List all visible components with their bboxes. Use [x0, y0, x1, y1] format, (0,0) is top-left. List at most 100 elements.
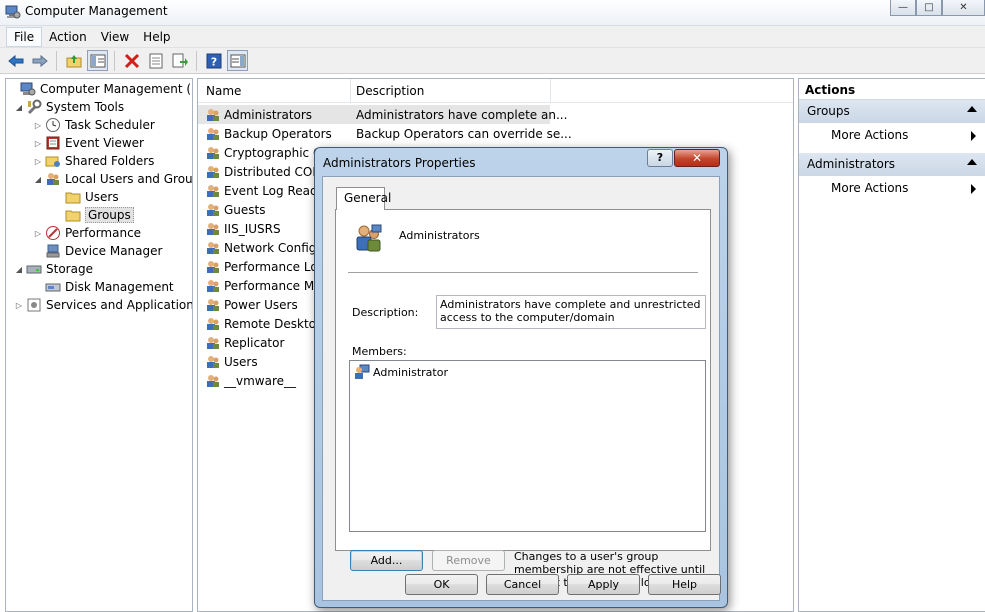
show-hide-action-pane-button[interactable]: [227, 50, 248, 71]
dialog-close-button[interactable]: ✕: [674, 149, 720, 167]
window-title: Computer Management: [25, 4, 168, 18]
menu-file[interactable]: File: [6, 26, 43, 47]
table-row[interactable]: Administrators Administrators have comple…: [198, 105, 567, 124]
collapse-up-icon[interactable]: [967, 106, 977, 112]
group-icon: [207, 355, 219, 368]
tree-item-task-scheduler[interactable]: ▷ Task Scheduler: [33, 116, 155, 134]
tree-item-shared-folders[interactable]: ▷ Shared Folders: [33, 152, 154, 170]
tree-item-device-manager[interactable]: Device Manager: [33, 242, 162, 260]
tree-item-storage[interactable]: ◢ Storage: [14, 260, 93, 278]
description-field[interactable]: Administrators have complete and unrestr…: [436, 295, 706, 329]
group-icon: [207, 279, 219, 292]
tree-item-label: Disk Management: [65, 280, 174, 294]
dialog-help-button[interactable]: ?: [647, 149, 673, 167]
clock-icon: [46, 118, 60, 132]
tree-item-label: Computer Management (Local: [40, 82, 192, 96]
show-hide-tree-button[interactable]: [87, 50, 108, 71]
collapsed-arrow-icon[interactable]: ▷: [33, 139, 43, 148]
remove-button[interactable]: Remove: [432, 550, 505, 571]
submenu-arrow-icon: [971, 131, 976, 141]
computer-management-icon: [20, 82, 36, 96]
expanded-arrow-icon[interactable]: ◢: [33, 175, 43, 184]
more-actions-label: More Actions: [831, 181, 909, 195]
properties-button[interactable]: [145, 50, 166, 71]
tree-item-label: Device Manager: [65, 244, 163, 258]
group-name: Administrators: [399, 229, 480, 242]
toolbar-separator: [56, 50, 57, 71]
collapsed-arrow-icon[interactable]: ▷: [33, 121, 43, 130]
column-divider[interactable]: [550, 79, 551, 103]
help-button[interactable]: Help: [648, 574, 721, 595]
expanded-arrow-icon[interactable]: ◢: [14, 103, 24, 112]
back-button[interactable]: [5, 50, 26, 71]
dialog-body: General Administrators Description: Admi…: [322, 176, 721, 601]
collapsed-arrow-icon[interactable]: ▷: [33, 157, 43, 166]
column-header-name[interactable]: Name: [206, 84, 241, 98]
tree-item-disk-management[interactable]: Disk Management: [33, 278, 174, 296]
export-list-button[interactable]: [169, 50, 190, 71]
user-icon: [355, 364, 370, 379]
actions-section-administrators[interactable]: Administrators: [799, 153, 985, 176]
shared-folder-icon: [45, 156, 60, 167]
group-name-cell: Administrators: [224, 107, 313, 122]
tree-item-local-users-groups[interactable]: ◢ Local Users and Groups: [33, 170, 192, 188]
menu-action[interactable]: Action: [42, 28, 94, 46]
tree-item-computer-management[interactable]: Computer Management (Local: [8, 80, 192, 98]
more-actions-groups[interactable]: More Actions: [799, 123, 985, 147]
collapsed-arrow-icon[interactable]: ▷: [33, 229, 43, 238]
maximize-button[interactable]: □: [916, 0, 942, 16]
more-actions-label: More Actions: [831, 128, 909, 142]
table-row[interactable]: Backup Operators Backup Operators can ove…: [198, 124, 572, 143]
tree-item-label: System Tools: [46, 100, 125, 114]
tree-item-event-viewer[interactable]: ▷ Event Viewer: [33, 134, 144, 152]
help-button[interactable]: ?: [203, 50, 224, 71]
group-icon: [207, 260, 219, 273]
column-divider[interactable]: [350, 79, 351, 103]
folder-icon: [65, 192, 81, 204]
actions-section-groups[interactable]: Groups: [799, 100, 985, 123]
menu-bar: File Action View Help: [0, 26, 985, 48]
dialog-title: Administrators Properties: [323, 156, 476, 170]
tab-general[interactable]: General: [336, 187, 391, 210]
apply-button[interactable]: Apply: [567, 574, 640, 595]
group-icon: [207, 146, 219, 159]
actions-pane: Actions Groups More Actions Administrato…: [798, 78, 985, 612]
group-icon: [207, 317, 219, 330]
expanded-arrow-icon[interactable]: ◢: [14, 265, 24, 274]
tree-item-users[interactable]: Users: [53, 188, 119, 206]
menu-view[interactable]: View: [94, 28, 136, 46]
add-button[interactable]: Add...: [350, 550, 423, 571]
forward-button[interactable]: [29, 50, 50, 71]
group-icon: [356, 224, 382, 252]
close-button[interactable]: ✕: [942, 0, 985, 16]
minimize-button[interactable]: —: [890, 0, 916, 16]
tree-item-label: Shared Folders: [65, 154, 155, 168]
general-tab-panel: Administrators Description: Administrato…: [335, 209, 711, 589]
folder-icon: [65, 210, 81, 222]
list-header: Name Description: [198, 79, 793, 103]
tree-item-system-tools[interactable]: ◢ System Tools: [14, 98, 124, 116]
member-item[interactable]: Administrator: [354, 364, 448, 380]
menu-help[interactable]: Help: [136, 28, 177, 46]
collapse-up-icon[interactable]: [967, 159, 977, 165]
members-list[interactable]: Administrator: [349, 360, 706, 532]
show-hide-action-pane-icon: [230, 54, 245, 67]
up-one-level-button[interactable]: [63, 50, 84, 71]
tree-item-groups[interactable]: Groups: [53, 206, 134, 224]
disk-management-icon: [45, 283, 61, 292]
window-controls: — □ ✕: [890, 0, 985, 16]
tree-item-services-applications[interactable]: ▷ Services and Applications: [14, 296, 192, 314]
tree-item-label: Users: [85, 190, 119, 204]
delete-button[interactable]: [121, 50, 142, 71]
column-header-description[interactable]: Description: [356, 84, 424, 98]
users-group-icon: [47, 173, 59, 185]
tree-item-performance[interactable]: ▷ Performance: [33, 224, 141, 242]
ok-button[interactable]: OK: [405, 574, 478, 595]
properties-icon: [149, 53, 162, 68]
help-icon: ?: [206, 53, 221, 68]
description-label: Description:: [352, 306, 419, 319]
more-actions-administrators[interactable]: More Actions: [799, 176, 985, 200]
collapsed-arrow-icon[interactable]: ▷: [14, 301, 24, 310]
group-description-cell: Administrators have complete an...: [356, 107, 568, 122]
cancel-button[interactable]: Cancel: [486, 574, 559, 595]
